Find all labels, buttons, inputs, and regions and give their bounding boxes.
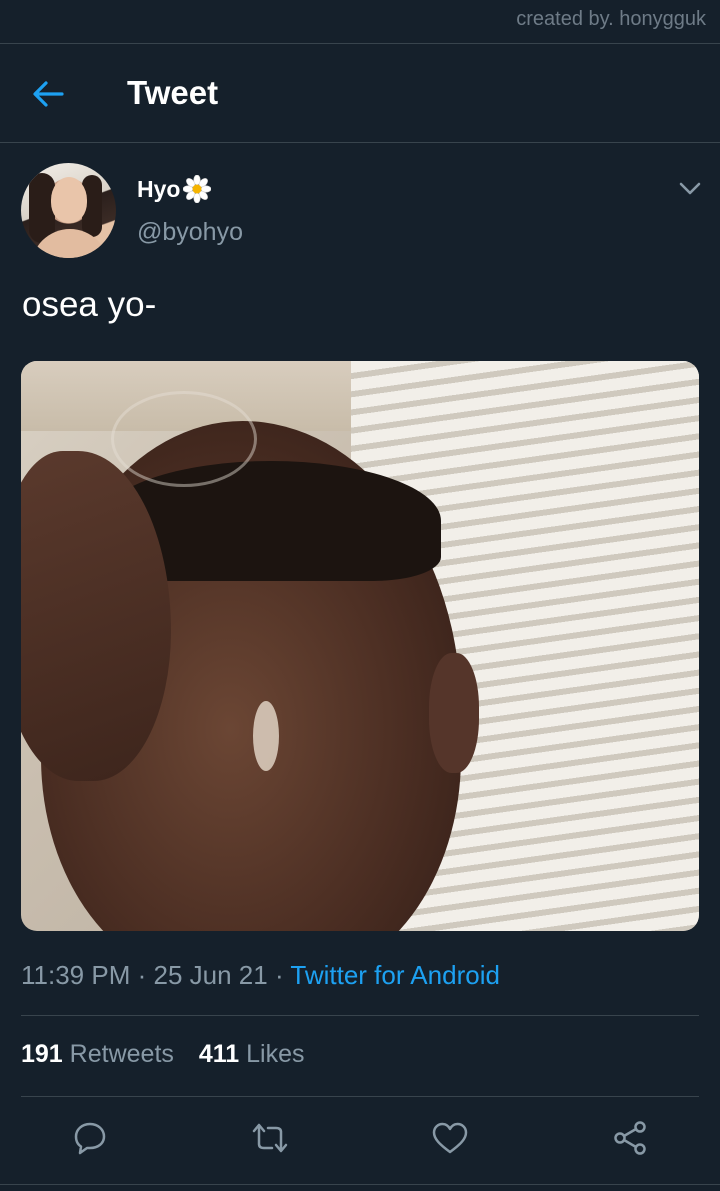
retweet-button[interactable] — [248, 1116, 292, 1160]
like-button[interactable] — [428, 1116, 472, 1160]
tweet-metadata: 11:39 PM · 25 Jun 21 · Twitter for Andro… — [21, 960, 500, 991]
app-bar: Tweet — [0, 44, 720, 142]
reply-button[interactable] — [68, 1116, 112, 1160]
tweet-text: osea yo- — [22, 285, 157, 324]
author-name[interactable]: Hyo — [137, 174, 212, 204]
tweet-actions — [0, 1110, 720, 1170]
share-icon — [614, 1121, 646, 1155]
tweet-date: 25 Jun 21 — [153, 960, 268, 990]
tweet-time: 11:39 PM — [21, 960, 131, 990]
arrow-left-icon — [33, 81, 64, 107]
retweets-label: Retweets — [69, 1040, 174, 1068]
likes-count: 411 — [198, 1040, 240, 1068]
retweets-count: 191 — [21, 1040, 63, 1068]
meta-separator: · — [137, 960, 147, 990]
tweet-stats: 191 Retweets 411 Likes — [21, 1040, 323, 1069]
author-handle[interactable]: @byohyo — [137, 218, 243, 247]
daisy-flower-icon — [183, 174, 212, 204]
back-button[interactable] — [28, 74, 68, 114]
likes-stat[interactable]: 411 Likes — [199, 1040, 305, 1068]
divider — [0, 142, 720, 143]
creator-credit: created by. honygguk — [516, 8, 706, 30]
retweet-icon — [252, 1123, 288, 1153]
meta-separator: · — [274, 960, 284, 990]
divider — [0, 1184, 720, 1185]
tweet-source-link[interactable]: Twitter for Android — [290, 960, 500, 990]
retweets-stat[interactable]: 191 Retweets — [21, 1040, 174, 1068]
avatar[interactable] — [21, 163, 116, 258]
tweet-media-image[interactable] — [21, 361, 699, 931]
page-title: Tweet — [127, 74, 219, 111]
divider — [21, 1015, 699, 1016]
likes-label: Likes — [246, 1040, 305, 1068]
reply-icon — [74, 1122, 106, 1155]
tweet-options-button[interactable] — [676, 176, 704, 200]
like-icon — [432, 1122, 468, 1154]
share-button[interactable] — [608, 1116, 652, 1160]
author-name-label: Hyo — [137, 175, 181, 202]
divider — [21, 1096, 699, 1097]
chevron-down-icon — [679, 182, 701, 195]
